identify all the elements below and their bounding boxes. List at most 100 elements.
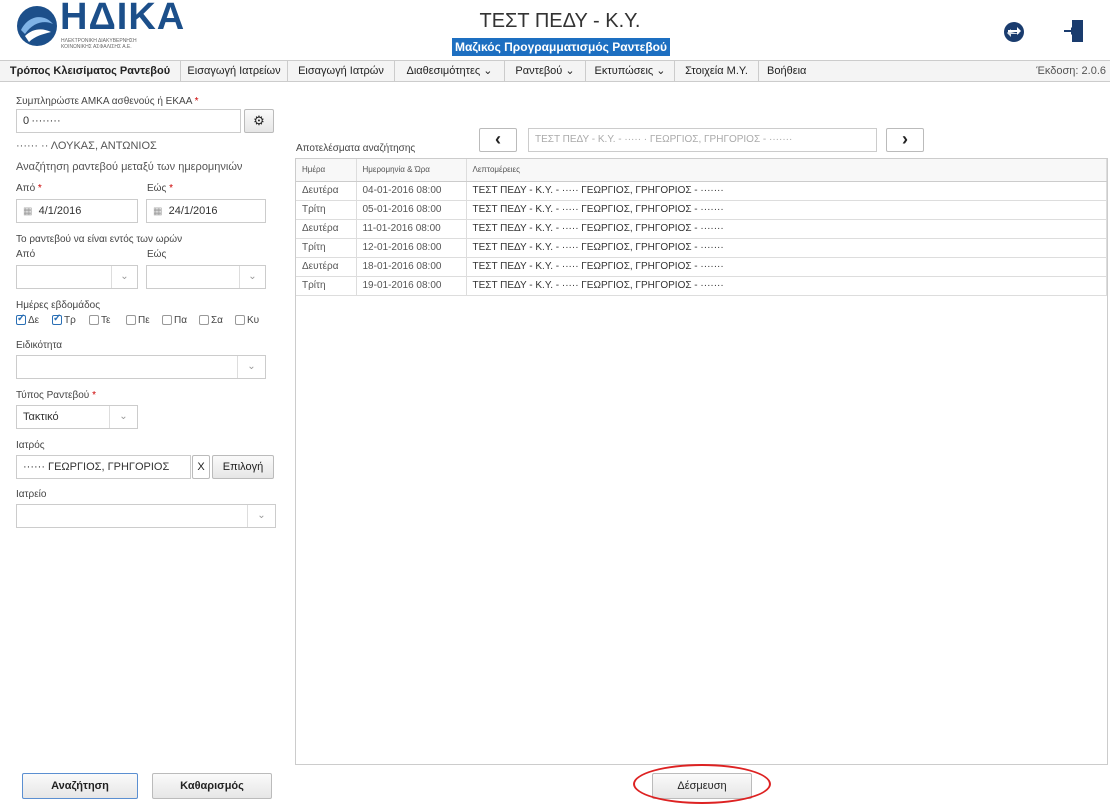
version-label: Έκδοση: 2.0.6 xyxy=(1036,65,1106,77)
next-button[interactable]: › xyxy=(886,128,924,152)
datetime-cell: 18-01-2016 08:00 xyxy=(356,257,467,277)
checkbox-unchecked[interactable] xyxy=(126,315,136,326)
weekday-sat[interactable]: Σα xyxy=(199,315,223,326)
red-highlight-ellipse xyxy=(633,764,771,804)
doctor-select-button[interactable]: Επιλογή xyxy=(212,455,274,479)
menu-unit-info[interactable]: Στοιχεία Μ.Υ. xyxy=(675,61,759,81)
results-heading: Αποτελέσματα αναζήτησης xyxy=(296,143,416,154)
results-table: Ημέρα Ημερομηνία & Ώρα Λεπτομέρειες Δευτ… xyxy=(295,158,1108,765)
table-header-row: Ημέρα Ημερομηνία & Ώρα Λεπτομέρειες xyxy=(296,159,1107,182)
specialty-label: Ειδικότητα xyxy=(16,340,63,351)
main-menu: Τρόπος Κλεισίματος Ραντεβού Εισαγωγή Ιατ… xyxy=(0,60,1110,82)
weekday-thu[interactable]: Πε xyxy=(126,315,150,326)
menu-appointments[interactable]: Ραντεβού ⌄ xyxy=(505,61,586,81)
datetime-cell: 11-01-2016 08:00 xyxy=(356,219,467,239)
chevron-down-icon: ⌄ xyxy=(239,266,265,288)
menu-closing-method[interactable]: Τρόπος Κλεισίματος Ραντεβού xyxy=(0,61,181,81)
amka-label: Συμπληρώστε ΑΜΚΑ ασθενούς ή ΕΚΑΑ * xyxy=(16,96,199,107)
datetime-cell: 05-01-2016 08:00 xyxy=(356,200,467,220)
clinic-label: Ιατρείο xyxy=(16,489,47,500)
prev-button[interactable]: ‹ xyxy=(479,128,517,152)
day-cell: Τρίτη xyxy=(296,276,357,296)
table-row[interactable]: Δευτέρα 11-01-2016 08:00 ΤΕΣΤ ΠΕΔΥ - Κ.Υ. … xyxy=(296,219,1107,239)
chevron-down-icon: ⌄ xyxy=(111,266,137,288)
search-button[interactable]: Αναζήτηση xyxy=(22,773,138,799)
calendar-icon: ▦ xyxy=(23,206,33,217)
from-date-label: Από * xyxy=(16,183,42,194)
day-cell: Τρίτη xyxy=(296,200,357,220)
datetime-cell: 04-01-2016 08:00 xyxy=(356,181,467,201)
gear-icon: ⚙ xyxy=(253,113,265,128)
logo-subtitle-2: ΚΟΙΝΩΝΙΚΗΣ ΑΣΦΑΛΙΣΗΣ Α.Ε. xyxy=(61,44,132,50)
weekday-tue[interactable]: Τρ xyxy=(52,313,76,326)
checkbox-unchecked[interactable] xyxy=(199,315,209,326)
weekday-mon[interactable]: Δε xyxy=(16,313,39,326)
details-cell: ΤΕΣΤ ΠΕΔΥ - Κ.Υ. - ····· ΓΕΩΡΓΙΟΣ, ΓΡΗΓΟ… xyxy=(466,219,1107,239)
checkbox-unchecked[interactable] xyxy=(235,315,245,326)
to-date-input[interactable]: ▦ 24/1/2016 xyxy=(146,199,266,223)
column-header: Ημερομηνία & Ώρα xyxy=(356,159,467,182)
appointment-type-select[interactable]: Τακτικό ⌄ xyxy=(16,405,138,429)
checkbox-checked[interactable] xyxy=(16,313,26,326)
table-row[interactable]: Τρίτη 12-01-2016 08:00 ΤΕΣΤ ΠΕΔΥ - Κ.Υ. - … xyxy=(296,238,1107,258)
chevron-down-icon: ⌄ xyxy=(247,505,275,527)
checkbox-checked[interactable] xyxy=(52,313,62,326)
hdika-logo: ΗΔΙΚΑ ΗΛΕΚΤΡΟΝΙΚΗ ΔΙΑΚΥΒΕΡΝΗΣΗ ΚΟΙΝΩΝΙΚΗ… xyxy=(15,0,184,50)
column-header: Λεπτομέρειες xyxy=(466,159,1107,182)
checkbox-unchecked[interactable] xyxy=(162,315,172,326)
table-row[interactable]: Τρίτη 19-01-2016 08:00 ΤΕΣΤ ΠΕΔΥ - Κ.Υ. - … xyxy=(296,276,1107,296)
hour-from-label: Από xyxy=(16,249,36,260)
day-cell: Δευτέρα xyxy=(296,257,357,277)
weekday-fri[interactable]: Πα xyxy=(162,315,187,326)
hours-heading: Το ραντεβού να είναι εντός των ωρών xyxy=(16,234,183,245)
to-date-label: Εώς * xyxy=(147,183,173,194)
amka-settings-button[interactable]: ⚙ xyxy=(244,109,274,133)
app-header: ΗΔΙΚΑ ΗΛΕΚΤΡΟΝΙΚΗ ΔΙΑΚΥΒΕΡΝΗΣΗ ΚΟΙΝΩΝΙΚΗ… xyxy=(0,0,1110,60)
date-range-heading: Αναζήτηση ραντεβού μεταξύ των ημερομηνιώ… xyxy=(16,161,243,173)
app-title: ΤΕΣΤ ΠΕΔΥ - Κ.Υ. xyxy=(479,10,641,32)
day-cell: Δευτέρα xyxy=(296,219,357,239)
day-cell: Δευτέρα xyxy=(296,181,357,201)
menu-insert-doctors[interactable]: Εισαγωγή Ιατρών xyxy=(288,61,395,81)
chevron-down-icon: ⌄ xyxy=(109,406,137,428)
chevron-down-icon: ⌄ xyxy=(237,356,265,378)
weekday-sun[interactable]: Κυ xyxy=(235,315,259,326)
day-cell: Τρίτη xyxy=(296,238,357,258)
details-cell: ΤΕΣΤ ΠΕΔΥ - Κ.Υ. - ····· ΓΕΩΡΓΙΟΣ, ΓΡΗΓΟ… xyxy=(466,200,1107,220)
menu-prints[interactable]: Εκτυπώσεις ⌄ xyxy=(586,61,675,81)
details-cell: ΤΕΣΤ ΠΕΔΥ - Κ.Υ. - ····· ΓΕΩΡΓΙΟΣ, ΓΡΗΓΟ… xyxy=(466,181,1107,201)
from-date-input[interactable]: ▦ 4/1/2016 xyxy=(16,199,138,223)
weekdays-label: Ημέρες εβδομάδος xyxy=(16,300,101,311)
switch-arrows-icon[interactable] xyxy=(1003,21,1025,48)
doctor-input[interactable]: ······ ΓΕΩΡΓΙΟΣ, ΓΡΗΓΟΡΙΟΣ xyxy=(16,455,191,479)
pager-current: ΤΕΣΤ ΠΕΔΥ - Κ.Υ. - ····· · ΓΕΩΡΓΙΟΣ, ΓΡΗ… xyxy=(528,128,877,152)
menu-availability[interactable]: Διαθεσιμότητες ⌄ xyxy=(395,61,505,81)
clear-button[interactable]: Καθαρισμός xyxy=(152,773,272,799)
hour-to-label: Εώς xyxy=(147,249,167,260)
weekday-wed[interactable]: Τε xyxy=(89,315,110,326)
exit-door-icon[interactable] xyxy=(1063,19,1085,48)
calendar-icon: ▦ xyxy=(153,206,163,217)
checkbox-unchecked[interactable] xyxy=(89,315,99,326)
details-cell: ΤΕΣΤ ΠΕΔΥ - Κ.Υ. - ····· ΓΕΩΡΓΙΟΣ, ΓΡΗΓΟ… xyxy=(466,276,1107,296)
details-cell: ΤΕΣΤ ΠΕΔΥ - Κ.Υ. - ····· ΓΕΩΡΓΙΟΣ, ΓΡΗΓΟ… xyxy=(466,238,1107,258)
datetime-cell: 19-01-2016 08:00 xyxy=(356,276,467,296)
amka-input[interactable]: 0 ········ xyxy=(16,109,241,133)
table-row[interactable]: Τρίτη 05-01-2016 08:00 ΤΕΣΤ ΠΕΔΥ - Κ.Υ. - … xyxy=(296,200,1107,220)
table-row[interactable]: Δευτέρα 18-01-2016 08:00 ΤΕΣΤ ΠΕΔΥ - Κ.Υ. … xyxy=(296,257,1107,277)
specialty-select[interactable]: ⌄ xyxy=(16,355,266,379)
menu-insert-clinics[interactable]: Εισαγωγή Ιατρείων xyxy=(181,61,288,81)
details-cell: ΤΕΣΤ ΠΕΔΥ - Κ.Υ. - ····· ΓΕΩΡΓΙΟΣ, ΓΡΗΓΟ… xyxy=(466,257,1107,277)
hour-from-select[interactable]: ⌄ xyxy=(16,265,138,289)
appointment-type-label: Τύπος Ραντεβού * xyxy=(16,390,96,401)
clinic-select[interactable]: ⌄ xyxy=(16,504,276,528)
column-header: Ημέρα xyxy=(296,159,357,182)
doctor-label: Ιατρός xyxy=(16,440,45,451)
table-row[interactable]: Δευτέρα 04-01-2016 08:00 ΤΕΣΤ ΠΕΔΥ - Κ.Υ. … xyxy=(296,181,1107,201)
menu-help[interactable]: Βοήθεια xyxy=(759,61,824,81)
patient-name: ······ ·· ΛΟΥΚΑΣ, ΑΝΤΩΝΙΟΣ xyxy=(16,140,157,152)
hour-to-select[interactable]: ⌄ xyxy=(146,265,266,289)
logo-name: ΗΔΙΚΑ xyxy=(60,0,186,38)
logo-swirl-icon xyxy=(17,6,57,46)
doctor-clear-button[interactable]: X xyxy=(192,455,210,479)
